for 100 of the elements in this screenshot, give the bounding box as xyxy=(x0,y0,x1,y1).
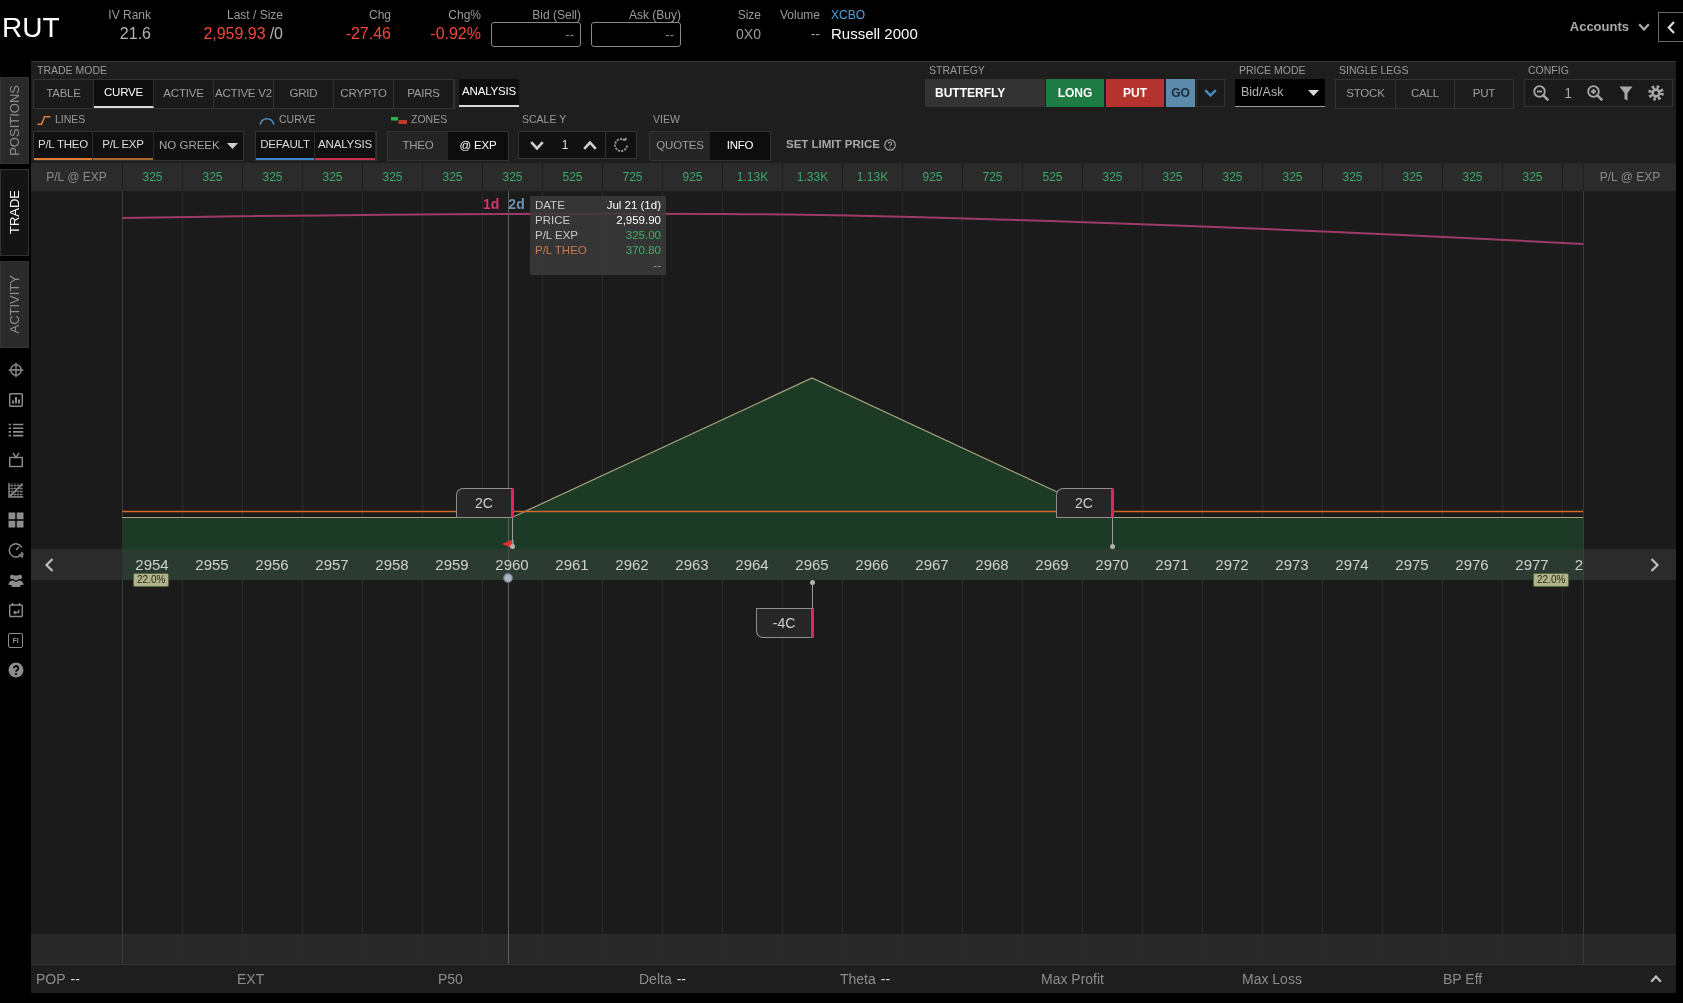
curve-toggle[interactable]: DEFAULT xyxy=(256,132,315,160)
strike-label: 2954 xyxy=(135,556,169,573)
row-label: P/L @ EXP xyxy=(46,169,107,186)
stat-label: P50 xyxy=(438,969,463,989)
line-toggle[interactable]: P/L EXP xyxy=(93,132,154,160)
people-icon[interactable] xyxy=(7,572,24,588)
grid-chart-icon[interactable] xyxy=(7,482,24,498)
chevron-right-icon[interactable] xyxy=(1650,557,1660,572)
strike-label: 2955 xyxy=(195,556,229,573)
chevron-left-icon[interactable] xyxy=(44,557,54,572)
strike-label: 2977 xyxy=(1515,556,1549,573)
bid-field[interactable]: -- xyxy=(491,22,581,47)
greek-dropdown[interactable]: NO GREEK xyxy=(154,132,243,160)
trade-mode-tab[interactable]: GRID xyxy=(274,80,334,108)
list-icon[interactable] xyxy=(7,422,24,438)
strategy-button[interactable]: BUTTERFLY xyxy=(925,79,1045,107)
chevron-down-icon[interactable] xyxy=(530,140,544,150)
sidebar-tab[interactable]: ACTIVITY xyxy=(0,261,29,348)
leg-tag[interactable]: 2C xyxy=(456,488,514,518)
help-icon[interactable] xyxy=(883,139,896,151)
stat-label: IV Rank xyxy=(108,8,151,22)
group-label: LINES xyxy=(55,112,86,128)
trade-mode-tab[interactable]: CRYPTO xyxy=(334,80,394,108)
last-size: /0 xyxy=(269,24,283,44)
chevron-up-icon[interactable] xyxy=(1650,975,1662,983)
group-label: CURVE xyxy=(279,112,316,128)
group-label: SINGLE LEGS xyxy=(1339,62,1409,78)
settings-icon[interactable] xyxy=(1648,85,1665,101)
collapse-button[interactable] xyxy=(1658,12,1683,42)
tooltip-label: PRICE xyxy=(535,213,571,228)
iv-badge: 22.0% xyxy=(1533,573,1570,587)
set-limit-price-button[interactable]: SET LIMIT PRICE xyxy=(786,131,896,159)
trade-mode-tab[interactable]: PAIRS xyxy=(394,80,454,108)
stat-label: Max Profit xyxy=(1041,969,1104,989)
tv-icon[interactable] xyxy=(7,452,24,468)
stat-value: -0.92% xyxy=(430,24,481,44)
side-button[interactable]: LONG xyxy=(1046,79,1104,107)
chevron-down-icon[interactable] xyxy=(1638,23,1650,31)
last-price: 2,959.93 xyxy=(203,24,266,44)
trade-mode-tab[interactable]: ACTIVE V2 xyxy=(214,80,274,108)
stat-label: Size xyxy=(737,8,761,22)
help-icon[interactable] xyxy=(7,662,24,678)
price-mode-dropdown[interactable]: Bid/Ask xyxy=(1235,79,1325,107)
sidebar-tab[interactable]: TRADE xyxy=(0,169,29,256)
tooltip-value: 2,959.90 xyxy=(616,213,661,228)
crosshair-icon[interactable] xyxy=(7,362,24,378)
tooltip-value: -- xyxy=(653,258,661,273)
bar-chart-icon[interactable] xyxy=(7,392,24,408)
zoom-in-icon[interactable] xyxy=(1587,85,1604,101)
zone-option[interactable]: @ EXP xyxy=(448,132,508,160)
chevron-up-icon[interactable] xyxy=(583,140,597,150)
stat-label: Ask (Buy) xyxy=(629,8,681,22)
chevron-down-icon[interactable] xyxy=(1204,89,1217,97)
strike-label: 2 xyxy=(1574,556,1583,573)
leg-tag[interactable]: 2C xyxy=(1056,488,1114,518)
calendar-icon[interactable] xyxy=(7,602,24,618)
group-label: ZONES xyxy=(411,112,448,128)
strike-label: 2963 xyxy=(675,556,709,573)
strike-label: 2968 xyxy=(975,556,1009,573)
go-button[interactable]: GO xyxy=(1166,79,1195,107)
strike-label: 2961 xyxy=(555,556,589,573)
stat-label: POP xyxy=(36,969,66,989)
curve-icon xyxy=(259,115,275,125)
sidebar-tab[interactable]: POSITIONS xyxy=(0,77,29,164)
strike-label: 2959 xyxy=(435,556,469,573)
filter-icon[interactable] xyxy=(1618,85,1633,101)
refresh-icon[interactable] xyxy=(613,137,629,153)
line-toggle[interactable]: P/L THEO xyxy=(34,132,93,160)
accounts-button[interactable]: Accounts xyxy=(1569,17,1650,37)
price-dot-icon xyxy=(503,573,513,583)
stat-label: Volume xyxy=(779,8,820,22)
zones-icon xyxy=(391,116,407,124)
option-type-button[interactable]: PUT xyxy=(1106,79,1164,107)
leg-connector xyxy=(1110,518,1115,549)
analysis-toggle[interactable]: ANALYSIS xyxy=(459,79,519,107)
curve-toggle[interactable]: ANALYSIS xyxy=(315,132,376,160)
gauge-icon[interactable] xyxy=(7,542,24,558)
trade-mode-tab[interactable]: TABLE xyxy=(34,80,94,108)
strike-label: 2965 xyxy=(795,556,829,573)
caret-down-icon[interactable] xyxy=(227,143,238,149)
strike-label: 2967 xyxy=(915,556,949,573)
strike-label: 2958 xyxy=(375,556,409,573)
view-option[interactable]: QUOTES xyxy=(650,132,710,160)
stat-value: -- xyxy=(70,969,80,989)
instrument-name: Russell 2000 xyxy=(831,24,918,44)
caret-down-icon[interactable] xyxy=(1308,89,1319,96)
zone-option[interactable]: THEO xyxy=(388,132,448,160)
group-label: CONFIG xyxy=(1528,62,1569,78)
view-option[interactable]: INFO xyxy=(710,132,770,160)
strike-label: 2960 xyxy=(495,556,529,573)
chevron-left-icon[interactable] xyxy=(1667,20,1675,34)
trade-mode-tab[interactable]: ACTIVE xyxy=(154,80,214,108)
leg-tag[interactable]: -4C xyxy=(756,608,814,638)
zoom-level: 1 xyxy=(1564,83,1572,103)
zoom-out-icon[interactable] xyxy=(1532,85,1549,101)
grid-icon[interactable] xyxy=(7,512,24,528)
ask-field[interactable]: -- xyxy=(591,22,681,47)
day-label: 1d xyxy=(483,196,500,212)
trade-mode-tab[interactable]: CURVE xyxy=(94,80,154,108)
strike-label: 2957 xyxy=(315,556,349,573)
